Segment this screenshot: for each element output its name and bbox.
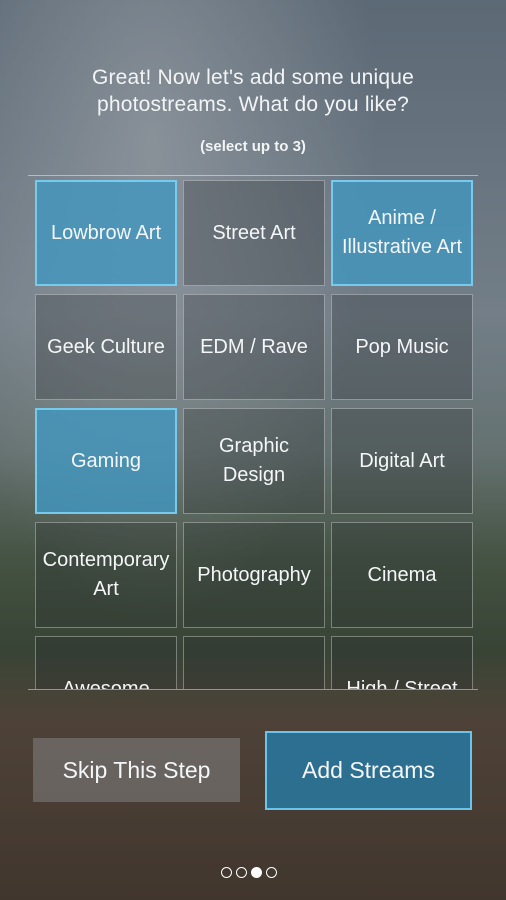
page-heading: Great! Now let's add some unique photost…	[0, 64, 506, 118]
page-dot	[266, 867, 277, 878]
page-dot	[236, 867, 247, 878]
category-tile-label: Graphic Design	[218, 435, 290, 486]
category-tile[interactable]: Contemporary Art	[35, 522, 177, 628]
category-tile[interactable]: Awesome	[35, 636, 177, 689]
page-dot-active	[251, 867, 262, 878]
category-tile-label: Photography	[197, 563, 311, 586]
category-tile[interactable]: Gaming	[35, 408, 177, 514]
category-tile[interactable]: Lowbrow Art	[35, 180, 177, 286]
skip-step-button[interactable]: Skip This Step	[33, 738, 240, 802]
category-tile-label: Geek Culture	[47, 335, 165, 358]
category-tile-label: Digital Art	[359, 449, 445, 472]
category-tile-label: Lowbrow Art	[50, 221, 162, 244]
category-tile-label: Pop Music	[355, 335, 449, 358]
heading-line-1: Great! Now let's add some unique	[91, 66, 415, 89]
category-tile[interactable]: Photography	[183, 522, 325, 628]
divider-bottom	[28, 689, 478, 690]
category-tile-label: Street Art	[212, 221, 296, 244]
category-tile[interactable]	[183, 636, 325, 689]
category-tile[interactable]: Digital Art	[331, 408, 473, 514]
category-tile-label: High / Street	[346, 677, 458, 690]
heading-line-2: photostreams. What do you like?	[96, 93, 410, 116]
category-tile[interactable]: Anime / Illustrative Art	[331, 180, 473, 286]
category-tile[interactable]: Graphic Design	[183, 408, 325, 514]
page-indicator	[221, 867, 277, 878]
category-tile[interactable]: Pop Music	[331, 294, 473, 400]
selection-hint: (select up to 3)	[200, 138, 306, 155]
add-streams-button[interactable]: Add Streams	[265, 731, 472, 810]
page-dot	[221, 867, 232, 878]
category-tile[interactable]: Geek Culture	[35, 294, 177, 400]
category-tile-label: EDM / Rave	[200, 335, 308, 358]
category-tile[interactable]: Cinema	[331, 522, 473, 628]
category-tile-label: Cinema	[367, 563, 437, 586]
category-tile[interactable]: High / Street	[331, 636, 473, 689]
category-grid-viewport[interactable]: Lowbrow Art Street Art Anime / Illustrativ…	[28, 176, 478, 689]
category-tile-label: Anime / Illustrative Art	[341, 207, 463, 258]
category-tile-label: Awesome	[62, 677, 150, 690]
category-tile-label: Contemporary Art	[42, 549, 170, 600]
category-grid: Lowbrow Art Street Art Anime / Illustrativ…	[35, 180, 473, 689]
category-tile[interactable]: EDM / Rave	[183, 294, 325, 400]
category-tile[interactable]: Street Art	[183, 180, 325, 286]
category-tile-label: Gaming	[70, 449, 142, 472]
